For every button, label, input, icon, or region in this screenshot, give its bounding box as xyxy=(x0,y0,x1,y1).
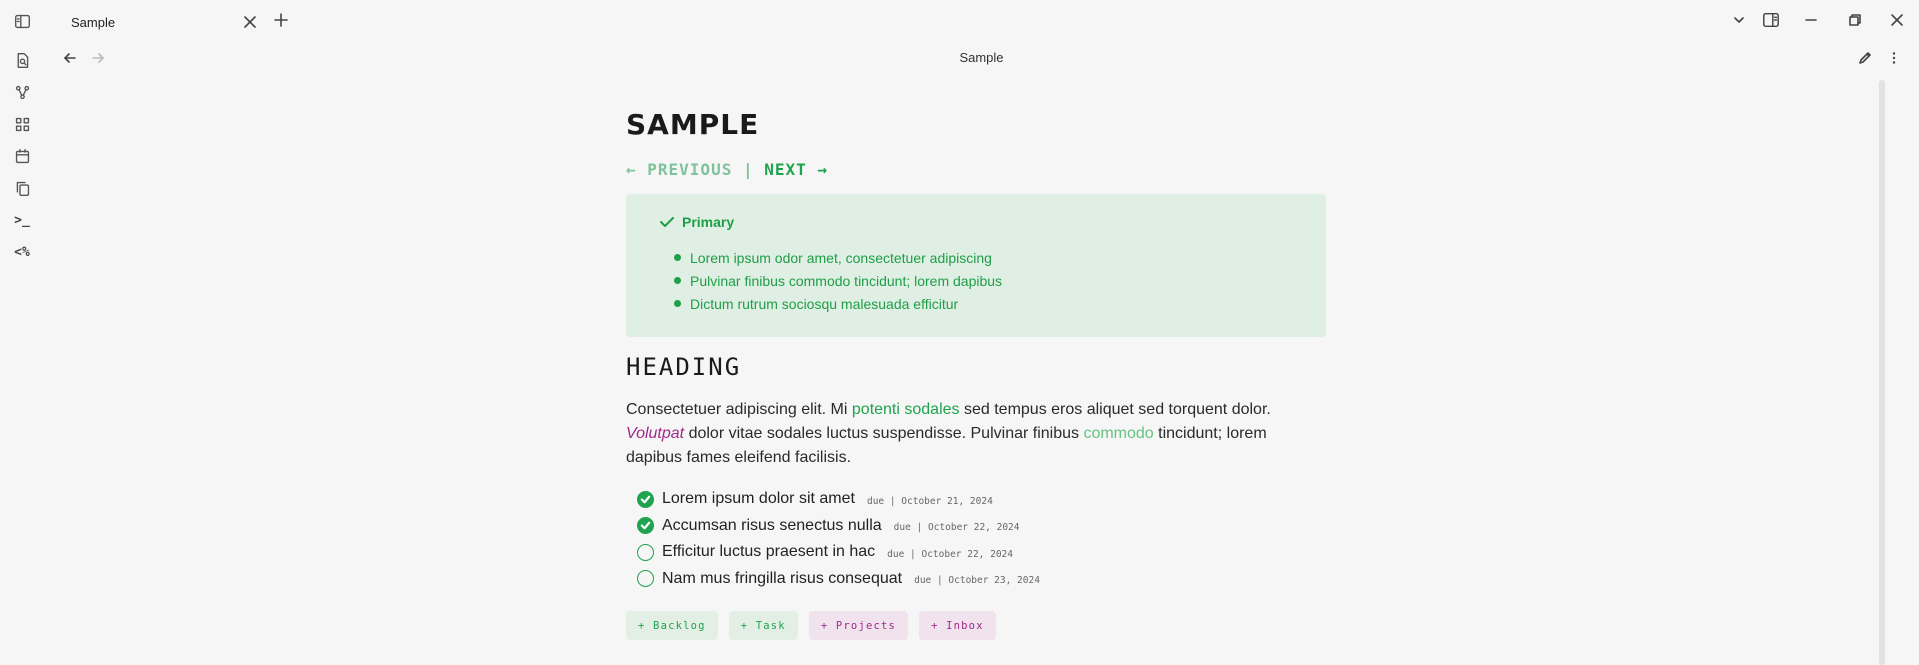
page-title: SAMPLE xyxy=(626,108,760,141)
sidebar-toggle-icon[interactable] xyxy=(12,11,32,31)
check-icon xyxy=(660,217,674,227)
copy-icon[interactable] xyxy=(12,178,32,198)
add-task-button[interactable]: + Task xyxy=(728,611,798,640)
note-content: SAMPLE ← PREVIOUS | NEXT → Primary Lorem… xyxy=(626,108,1326,640)
tab-sample[interactable]: Sample xyxy=(56,8,260,36)
due-date: due | October 21, 2024 xyxy=(866,495,993,507)
close-icon[interactable] xyxy=(240,12,260,32)
due-date: due | October 22, 2024 xyxy=(887,548,1013,560)
page-nav: ← PREVIOUS | NEXT → xyxy=(626,160,1326,182)
checkmark-icon xyxy=(640,521,651,530)
callout-list: Lorem ipsum odor amet, consectetuer adip… xyxy=(659,249,1294,318)
task-checkbox[interactable] xyxy=(637,543,654,561)
due-date: due | October 22, 2024 xyxy=(893,522,1020,534)
due-date: due | October 23, 2024 xyxy=(914,575,1040,587)
internal-link[interactable]: potenti sodales xyxy=(852,401,960,418)
calendar-icon[interactable] xyxy=(12,146,32,166)
restore-icon[interactable] xyxy=(1845,10,1865,30)
next-link[interactable]: NEXT → xyxy=(764,160,828,179)
emphasis-text: Volutpat xyxy=(626,425,685,442)
task-list: Lorem ipsum dolor sit amet due | October… xyxy=(637,486,1326,592)
callout-title: Primary xyxy=(659,214,1294,230)
task-item: Lorem ipsum dolor sit amet due | October… xyxy=(637,486,1326,513)
right-sidebar-toggle-icon[interactable] xyxy=(1761,10,1781,30)
list-item: Dictum rutrum sociosqu malesuada efficit… xyxy=(659,295,1294,318)
add-inbox-button[interactable]: + Inbox xyxy=(919,611,996,640)
graph-icon[interactable] xyxy=(12,82,32,102)
scrollbar[interactable] xyxy=(1879,80,1885,665)
add-backlog-button[interactable]: + Backlog xyxy=(626,611,718,640)
more-options-icon[interactable] xyxy=(1884,48,1904,68)
task-checkbox[interactable] xyxy=(637,490,654,508)
unresolved-link[interactable]: commodo xyxy=(1083,425,1153,442)
checkmark-icon xyxy=(640,495,651,504)
previous-link[interactable]: ← PREVIOUS xyxy=(626,160,732,179)
new-tab-icon[interactable] xyxy=(271,10,291,30)
chevron-down-icon[interactable] xyxy=(1729,10,1749,30)
task-item: Accumsan risus senectus nulla due | Octo… xyxy=(637,513,1326,540)
section-heading: HEADING xyxy=(626,353,742,381)
body-paragraph: Consectetuer adipiscing elit. Mi potenti… xyxy=(626,401,1271,466)
nav-separator: | xyxy=(732,160,765,179)
action-buttons: + Backlog + Task + Projects + Inbox xyxy=(626,611,1326,640)
add-projects-button[interactable]: + Projects xyxy=(808,611,909,640)
task-checkbox[interactable] xyxy=(637,570,654,588)
view-title: Sample xyxy=(959,50,1004,65)
templater-icon[interactable]: <% xyxy=(12,242,32,262)
task-item: Nam mus fringilla risus consequat due | … xyxy=(637,566,1326,593)
task-item: Efficitur luctus praesent in hac due | O… xyxy=(637,539,1326,566)
minimize-icon[interactable] xyxy=(1801,10,1821,30)
callout-primary: Primary Lorem ipsum odor amet, consectet… xyxy=(626,194,1326,337)
task-checkbox[interactable] xyxy=(637,517,654,535)
list-item: Lorem ipsum odor amet, consectetuer adip… xyxy=(659,249,1294,272)
terminal-icon[interactable]: >_ xyxy=(12,210,32,230)
tab-title: Sample xyxy=(71,14,116,30)
grid-icon[interactable] xyxy=(12,114,32,134)
left-ribbon: >_ <% xyxy=(0,0,44,665)
edit-pencil-icon[interactable] xyxy=(1855,48,1875,68)
window-close-icon[interactable] xyxy=(1887,10,1907,30)
list-item: Pulvinar finibus commodo tincidunt; lore… xyxy=(659,272,1294,295)
